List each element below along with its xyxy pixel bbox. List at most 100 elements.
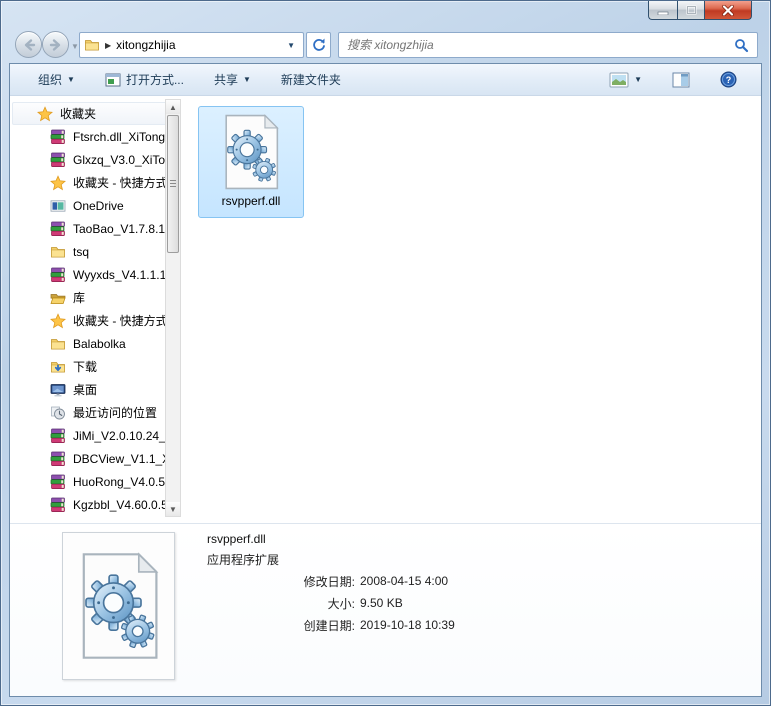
preview-pane-button[interactable] xyxy=(664,68,698,92)
recent-icon xyxy=(50,405,66,421)
sidebar-item-label: OneDrive xyxy=(73,198,124,213)
breadcrumb[interactable]: xitongzhijia xyxy=(116,38,175,52)
sidebar-item-jimi-v2-0-10-24-[interactable]: JiMi_V2.0.10.24_ xyxy=(10,424,182,447)
sidebar-item-label: 桌面 xyxy=(73,383,98,397)
open-with-label: 打开方式... xyxy=(125,73,184,87)
sidebar-item-label: Balabolka xyxy=(73,336,126,351)
chevron-down-icon: ▼ xyxy=(634,75,642,84)
star-icon xyxy=(37,105,53,122)
chevron-down-icon: ▼ xyxy=(67,75,75,84)
sidebar-item-ftsrch-dll-xitong[interactable]: Ftsrch.dll_XiTong xyxy=(10,125,182,148)
file-list-area[interactable]: rsvpperf.dll xyxy=(182,96,761,523)
close-icon xyxy=(722,4,734,16)
details-row-value: 2008-04-15 4:00 xyxy=(360,574,449,588)
sidebar-item-dbcview-v1-1-x[interactable]: DBCView_V1.1_X xyxy=(10,447,182,470)
scroll-up-icon[interactable]: ▲ xyxy=(166,100,180,114)
sidebar-item-label: 库 xyxy=(73,291,86,305)
maximize-icon xyxy=(686,5,696,15)
open-with-button[interactable]: 打开方式... xyxy=(97,67,192,92)
details-row: 大小: 9.50 KB xyxy=(207,592,455,614)
minimize-button[interactable] xyxy=(648,1,677,20)
organize-button[interactable]: 组织 ▼ xyxy=(30,67,83,92)
svg-text:?: ? xyxy=(726,75,732,85)
sidebar-item-tsq[interactable]: tsq xyxy=(10,240,182,263)
share-button[interactable]: 共享 ▼ xyxy=(206,67,259,92)
command-toolbar: 组织 ▼ 打开方式... 共享 ▼ 新建文件夹 ▼ ? xyxy=(10,64,761,96)
organize-label: 组织 xyxy=(38,73,63,87)
details-thumbnail xyxy=(62,532,175,680)
chevron-down-icon: ▼ xyxy=(242,75,251,84)
details-file-name: rsvpperf.dll xyxy=(207,532,266,546)
forward-button[interactable] xyxy=(42,31,69,58)
change-view-button[interactable]: ▼ xyxy=(601,68,650,92)
minimize-icon xyxy=(657,11,669,15)
scroll-down-icon[interactable]: ▼ xyxy=(166,502,180,516)
sidebar-item-kgzbbl-v4-60-0-5[interactable]: Kgzbbl_V4.60.0.5 xyxy=(10,493,182,516)
sidebar-item-库[interactable]: 库 xyxy=(10,286,182,309)
sidebar-item-wyyxds-v4-1-1-1[interactable]: Wyyxds_V4.1.1.1 xyxy=(10,263,182,286)
address-dropdown-icon[interactable]: ▼ xyxy=(287,41,299,50)
star-icon xyxy=(50,174,66,191)
sidebar-item-label: Ftsrch.dll_XiTong xyxy=(73,129,166,144)
sidebar-item-label: DBCView_V1.1_X xyxy=(73,451,171,466)
share-label: 共享 xyxy=(213,73,238,87)
sidebar-item-label: Kgzbbl_V4.60.0.5 xyxy=(73,497,168,512)
sidebar-item-桌面[interactable]: 桌面 xyxy=(10,378,182,401)
sidebar-scrollbar[interactable]: ▲ ▼ xyxy=(165,99,181,517)
file-name-label: rsvpperf.dll xyxy=(221,194,281,208)
refresh-icon xyxy=(312,38,325,51)
sidebar-item-balabolka[interactable]: Balabolka xyxy=(10,332,182,355)
breadcrumb-arrow-icon: ▶ xyxy=(105,40,112,50)
views-icon xyxy=(609,72,629,87)
details-row-label: 创建日期: xyxy=(303,618,355,633)
navigation-pane: 收藏夹 Ftsrch.dll_XiTong Glxzq_V3.0_XiTo 收藏夹 -… xyxy=(10,96,182,523)
sidebar-item-label: HuoRong_V4.0.5 xyxy=(73,474,166,489)
help-button[interactable]: ? xyxy=(712,67,745,92)
folder-icon xyxy=(50,336,66,352)
close-button[interactable] xyxy=(705,1,752,20)
details-row: 创建日期: 2019-10-18 10:39 xyxy=(207,614,455,636)
address-bar[interactable]: ▶ xitongzhijia ▼ xyxy=(79,32,304,58)
rar-icon xyxy=(50,428,66,444)
sidebar-item-最近访问的位置[interactable]: 最近访问的位置 xyxy=(10,401,182,424)
dll-file-icon-large xyxy=(82,552,158,659)
library-icon xyxy=(50,290,66,306)
sidebar-item-taobao-v1-7-8-1[interactable]: TaoBao_V1.7.8.1 xyxy=(10,217,182,240)
sidebar-item-收藏夹-快捷方式[interactable]: 收藏夹 - 快捷方式 xyxy=(10,309,182,332)
details-row-value: 9.50 KB xyxy=(360,596,403,610)
desktop-icon xyxy=(50,382,66,398)
toolbar-right-icons: ▼ ? xyxy=(601,67,751,92)
search-box[interactable] xyxy=(338,32,758,58)
back-arrow-icon xyxy=(24,38,35,51)
recent-pages-chevron-icon[interactable]: ▼ xyxy=(71,42,79,51)
rar-icon xyxy=(50,267,66,283)
details-row-label: 大小: xyxy=(327,596,355,611)
scrollbar-thumb[interactable] xyxy=(167,115,179,253)
sidebar-item-huorong-v4-0-5[interactable]: HuoRong_V4.0.5 xyxy=(10,470,182,493)
file-item-rsvpperf[interactable]: rsvpperf.dll xyxy=(198,106,304,218)
sidebar-item-收藏夹-快捷方式[interactable]: 收藏夹 - 快捷方式 xyxy=(10,171,182,194)
rar-icon xyxy=(50,221,66,237)
rar-icon xyxy=(50,474,66,490)
help-icon: ? xyxy=(720,71,737,88)
sidebar-item-label: 最近访问的位置 xyxy=(73,406,158,420)
details-row-value: 2019-10-18 10:39 xyxy=(360,618,455,632)
maximize-button[interactable] xyxy=(677,1,705,20)
search-icon[interactable] xyxy=(734,38,749,53)
sidebar-group-favorites[interactable]: 收藏夹 xyxy=(12,102,168,125)
sidebar-item-glxzq-v3-0-xito[interactable]: Glxzq_V3.0_XiTo xyxy=(10,148,182,171)
refresh-button[interactable] xyxy=(306,32,331,58)
navigation-bar: ▼ ▶ xitongzhijia ▼ xyxy=(9,27,762,63)
sidebar-item-onedrive[interactable]: OneDrive xyxy=(10,194,182,217)
new-folder-button[interactable]: 新建文件夹 xyxy=(273,67,349,92)
forward-arrow-icon xyxy=(49,38,60,51)
window-controls xyxy=(648,1,752,20)
details-row: 修改日期: 2008-04-15 4:00 xyxy=(207,570,455,592)
sidebar-item-下载[interactable]: 下载 xyxy=(10,355,182,378)
back-button[interactable] xyxy=(15,31,42,58)
dll-file-icon xyxy=(225,114,279,190)
sidebar-item-label: 收藏夹 - 快捷方式 xyxy=(73,176,168,190)
search-input[interactable] xyxy=(347,38,734,52)
rar-icon xyxy=(50,497,66,513)
details-row-label: 修改日期: xyxy=(303,574,355,589)
